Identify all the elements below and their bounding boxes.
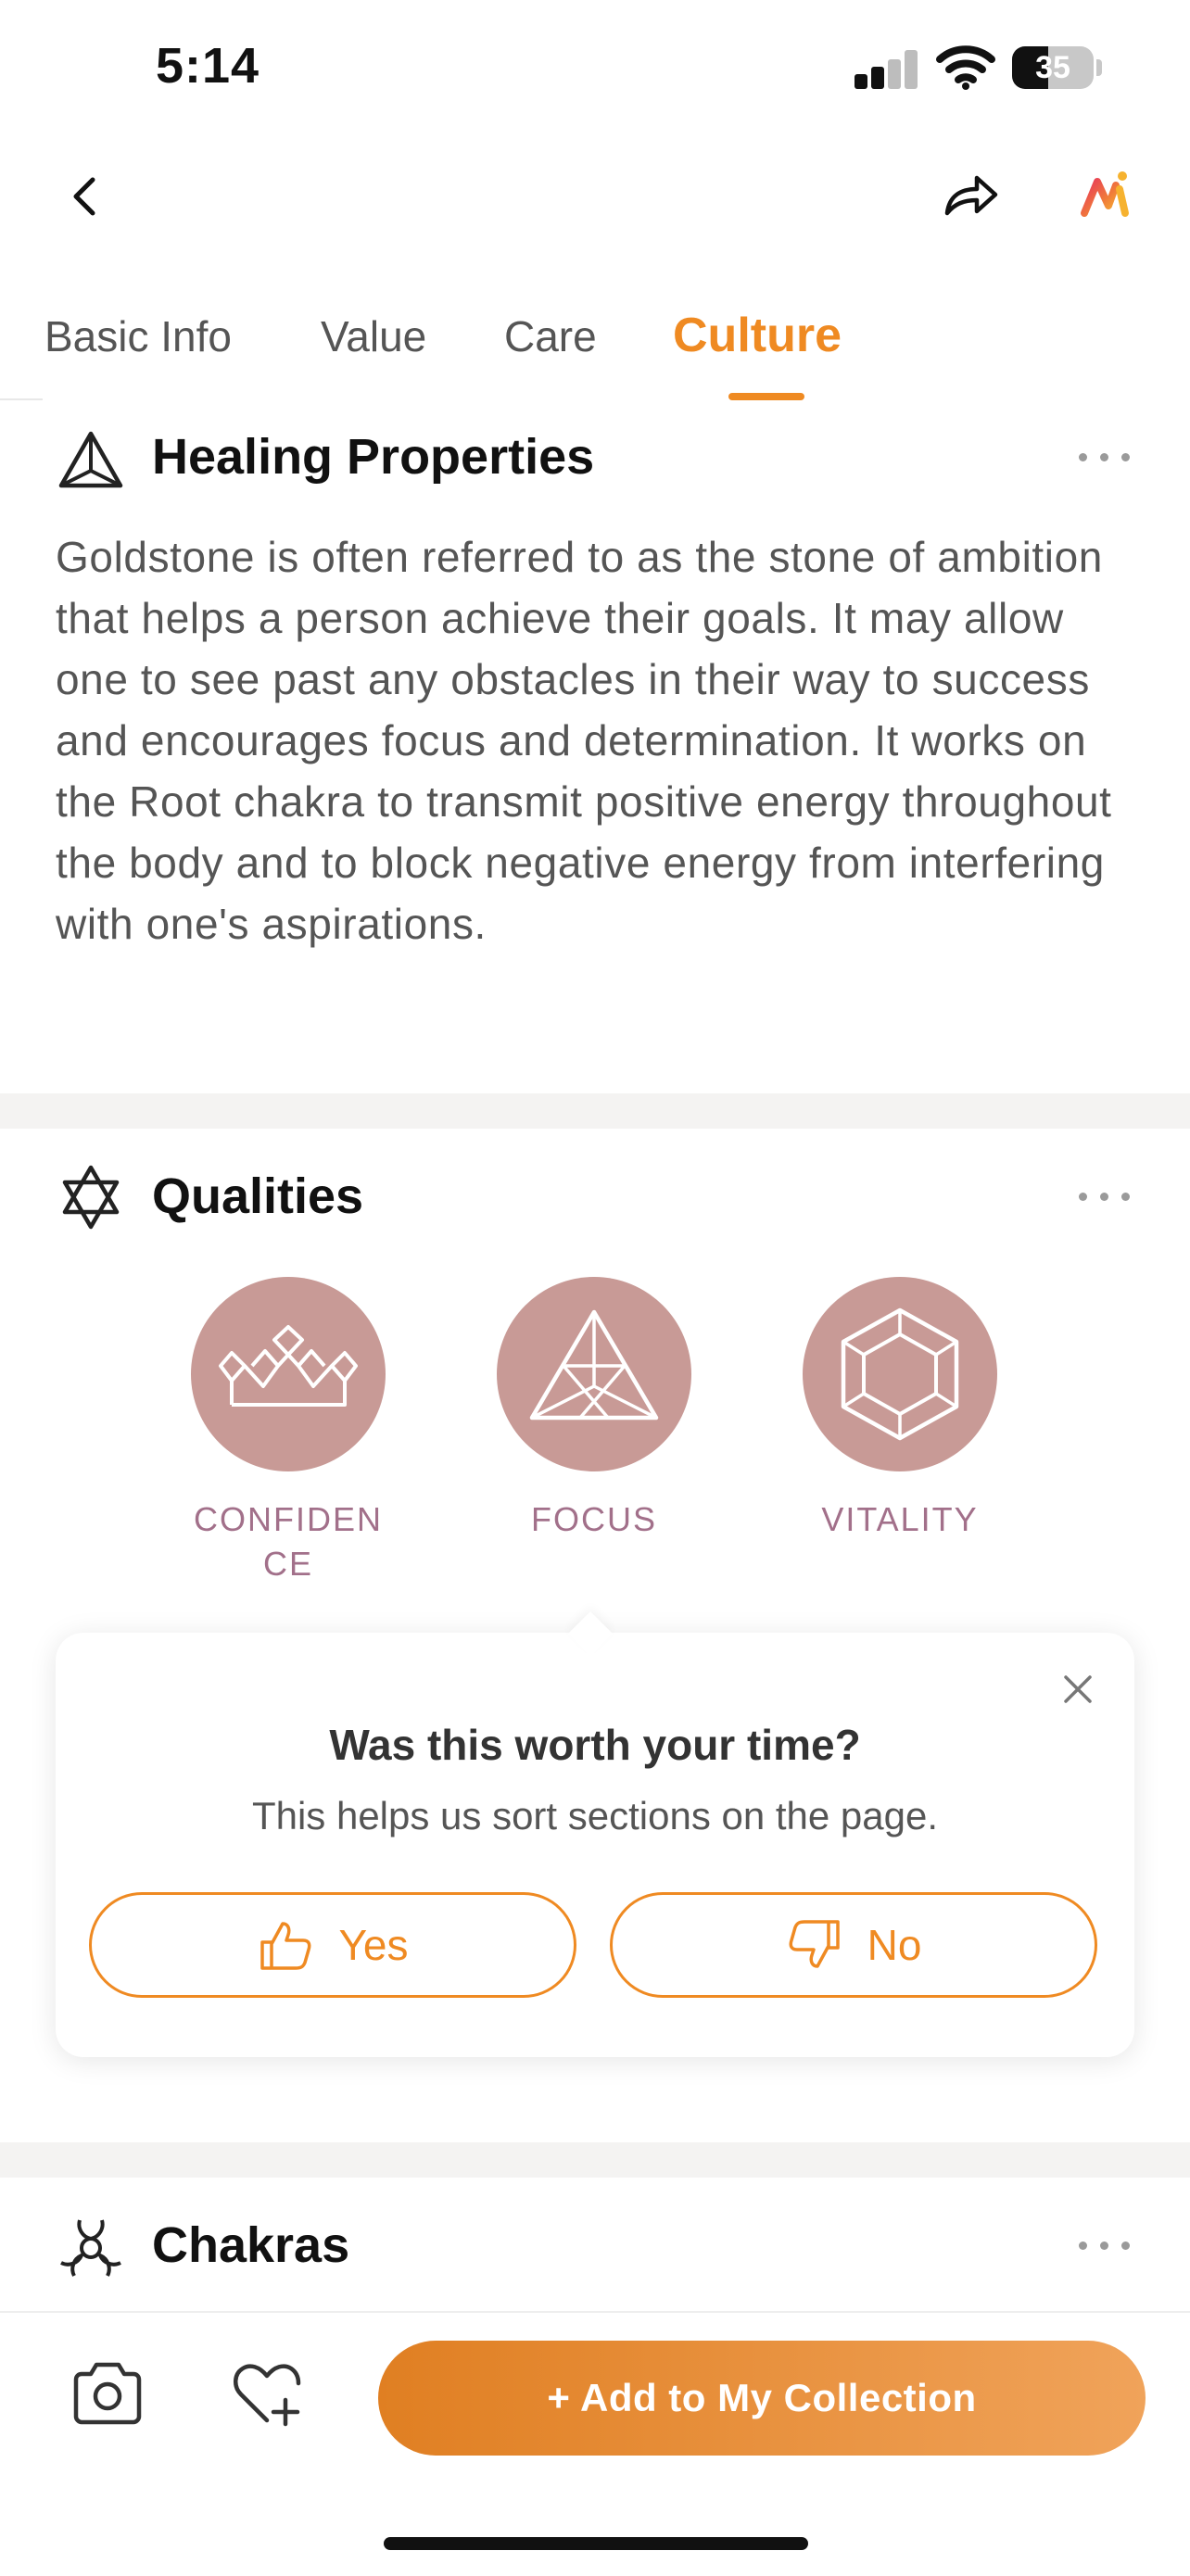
feedback-no-label: No (867, 1921, 922, 1969)
add-to-collection-label: + Add to My Collection (547, 2376, 977, 2419)
share-icon[interactable] (942, 170, 999, 219)
quality-focus[interactable]: FOCUS (487, 1277, 701, 1542)
section-separator (0, 1093, 1190, 1129)
battery-nub (1096, 59, 1102, 76)
tab-bar: Basic Info Value Care Culture (0, 297, 1190, 400)
quality-label: FOCUS (531, 1500, 657, 1538)
camera-icon[interactable] (70, 2359, 145, 2428)
qualities-more-options[interactable] (1077, 1190, 1133, 1203)
app-logo-icon[interactable] (1077, 167, 1133, 222)
feedback-no-button[interactable]: No (610, 1892, 1097, 1998)
crown-icon (219, 1325, 358, 1407)
quality-vitality[interactable]: VITALITY (793, 1277, 1006, 1542)
healing-properties-text: Goldstone is often referred to as the st… (56, 533, 1112, 948)
tab-divider (0, 398, 43, 400)
status-time: 5:14 (156, 38, 260, 94)
quality-circle (497, 1277, 691, 1471)
tab-value[interactable]: Value (321, 311, 426, 361)
heart-add-icon[interactable] (230, 2359, 308, 2430)
chakras-more-options[interactable] (1077, 2239, 1133, 2252)
tab-culture[interactable]: Culture (673, 308, 842, 363)
tab-basic-info[interactable]: Basic Info (44, 311, 232, 361)
quality-circle (803, 1277, 997, 1471)
healing-properties-title: Healing Properties (152, 429, 595, 485)
active-tab-indicator (728, 393, 804, 400)
quality-confidence[interactable]: CONFIDEN CE (182, 1277, 395, 1586)
quality-label: VITALITY (821, 1500, 979, 1538)
battery-icon: 35 (1012, 46, 1094, 89)
thumbs-down-icon (789, 1920, 840, 1968)
home-indicator (384, 2537, 808, 2550)
healing-more-options[interactable] (1077, 450, 1133, 463)
tab-care[interactable]: Care (504, 311, 597, 361)
quality-label: CONFIDEN CE (194, 1500, 383, 1583)
feedback-yes-label: Yes (338, 1921, 409, 1969)
feedback-yes-button[interactable]: Yes (89, 1892, 576, 1998)
quality-circle (191, 1277, 386, 1471)
wifi-icon (936, 45, 995, 90)
section-separator (0, 2142, 1190, 2178)
star-of-david-icon (62, 1165, 120, 1230)
pyramid-icon (529, 1309, 659, 1421)
chakras-title: Chakras (152, 2217, 350, 2273)
close-icon[interactable] (1057, 1668, 1099, 1711)
qualities-title: Qualities (152, 1168, 364, 1224)
chakra-symbol-icon (60, 2219, 121, 2277)
feedback-title: Was this worth your time? (329, 1721, 861, 1769)
cellular-signal-icon (855, 48, 919, 89)
back-chevron-icon[interactable] (61, 167, 108, 226)
hexagon-gem-icon (841, 1307, 959, 1441)
add-to-collection-button[interactable]: + Add to My Collection (378, 2341, 1146, 2456)
triangle-icon (58, 431, 123, 488)
feedback-subtitle: This helps us sort sections on the page. (251, 1794, 939, 1837)
battery-percent: 35 (1035, 50, 1070, 85)
thumbs-up-icon (260, 1922, 311, 1970)
